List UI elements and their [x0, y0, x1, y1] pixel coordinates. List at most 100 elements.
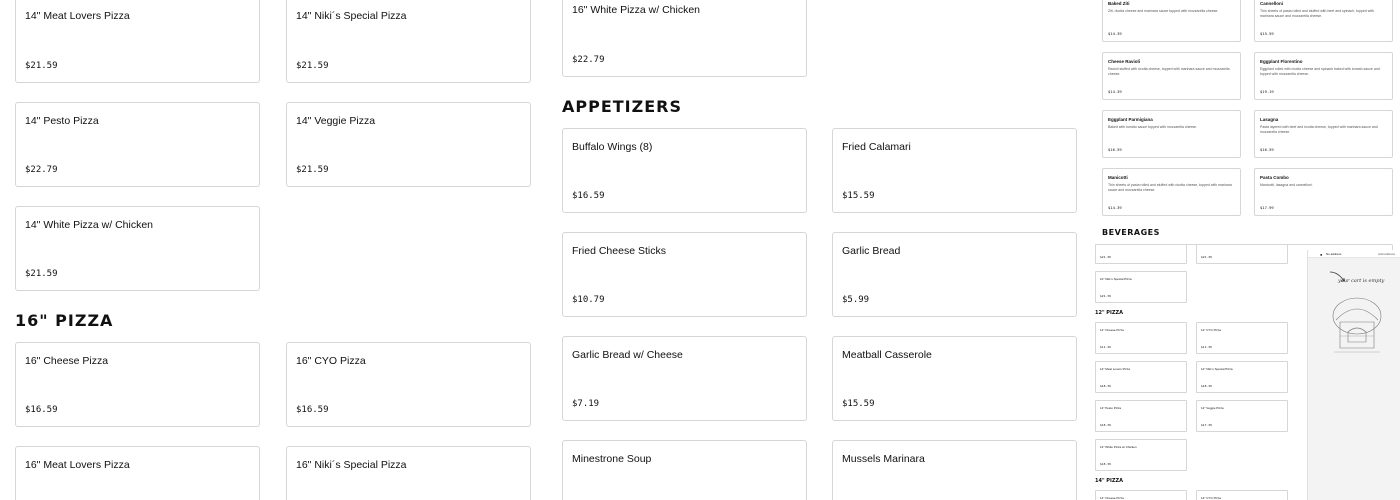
- menu-item-card[interactable]: 14" White Pizza w/ Chicken $21.59: [15, 206, 260, 291]
- menu-item-card[interactable]: 16" CYO Pizza $16.59: [286, 342, 531, 427]
- menu-item-card[interactable]: $21.39: [1095, 244, 1187, 264]
- menu-item-name: Minestrone Soup: [572, 453, 652, 465]
- map-pin-icon[interactable]: ●: [1320, 252, 1322, 257]
- menu-item-description: Ziti, ricotta cheese and marinara sauce …: [1108, 9, 1219, 13]
- add-address-link[interactable]: Add address: [1378, 252, 1395, 256]
- menu-item-name: Baked Ziti: [1108, 1, 1130, 6]
- cart-panel: ● No address Add address your cart is em…: [1307, 250, 1400, 500]
- menu-item-price: $21.59: [296, 61, 329, 71]
- menu-item-name: Garlic Bread w/ Cheese: [572, 349, 683, 361]
- menu-item-card[interactable]: Fried Calamari $15.59: [832, 128, 1077, 213]
- menu-item-price: $10.79: [572, 295, 605, 305]
- menu-item-name: 14" Niki´s Special Pizza: [296, 10, 407, 22]
- menu-item-name: Pasta Combo: [1260, 175, 1289, 180]
- menu-item-card[interactable]: Lasagna Pasta layered with beef and rico…: [1254, 110, 1393, 158]
- menu-item-name: 14" Cheese Pizza: [1100, 496, 1124, 500]
- cart-empty-text: your cart is empty: [1338, 278, 1385, 284]
- menu-item-price: $19.19: [1260, 89, 1274, 94]
- menu-item-name: Lasagna: [1260, 117, 1279, 122]
- menu-item-card[interactable]: Baked Ziti Ziti, ricotta cheese and mari…: [1102, 0, 1241, 42]
- menu-item-price: $21.39: [1100, 255, 1111, 259]
- menu-item-card[interactable]: 14" Cheese Pizza: [1095, 490, 1187, 500]
- section-title-14-pizza: 14" PIZZA: [1095, 478, 1123, 484]
- menu-item-card[interactable]: 12" CYO Pizza $11.39: [1196, 322, 1288, 354]
- menu-item-price: $21.59: [296, 165, 329, 175]
- menu-item-description: Thin sheets of pasta rolled and stuffed …: [1108, 183, 1232, 192]
- menu-item-name: Meatball Casserole: [842, 349, 932, 361]
- menu-item-name: 12" Meat Lovers Pizza: [1100, 367, 1130, 371]
- menu-item-price: $7.19: [572, 399, 600, 409]
- menu-item-price: $16.59: [572, 191, 605, 201]
- menu-item-card[interactable]: 16" White Pizza w/ Chicken $22.79: [562, 0, 807, 77]
- menu-item-card[interactable]: 14" CYO Pizza: [1196, 490, 1288, 500]
- section-title-appetizers: APPETIZERS: [562, 97, 683, 116]
- menu-item-card[interactable]: Buffalo Wings (8) $16.59: [562, 128, 807, 213]
- menu-item-name: 12" Pesto Pizza: [1100, 406, 1122, 410]
- section-title-beverages: BEVERAGES: [1102, 228, 1160, 237]
- menu-item-price: $18.39: [1100, 462, 1111, 466]
- menu-item-card[interactable]: 16" Niki´s Special Pizza: [286, 446, 531, 500]
- section-title-16-pizza: 16" PIZZA: [15, 311, 114, 330]
- menu-item-price: $11.39: [1201, 345, 1212, 349]
- address-label[interactable]: No address: [1326, 252, 1341, 256]
- menu-item-card[interactable]: 12" Pesto Pizza $18.39: [1095, 400, 1187, 432]
- menu-item-card[interactable]: 14" Veggie Pizza $21.59: [286, 102, 531, 187]
- menu-item-price: $15.59: [1260, 31, 1274, 36]
- menu-item-price: $18.39: [1100, 384, 1111, 388]
- menu-item-card[interactable]: 12" Meat Lovers Pizza $18.39: [1095, 361, 1187, 393]
- menu-item-card[interactable]: 12" Cheese Pizza $11.39: [1095, 322, 1187, 354]
- menu-item-price: $21.39: [1100, 294, 1111, 298]
- menu-item-price: $16.59: [1260, 147, 1274, 152]
- menu-item-card[interactable]: Fried Cheese Sticks $10.79: [562, 232, 807, 317]
- menu-item-name: Fried Cheese Sticks: [572, 245, 666, 257]
- menu-item-card[interactable]: 16" Meat Lovers Pizza: [15, 446, 260, 500]
- menu-item-price: $21.59: [25, 61, 58, 71]
- cart-header: ● No address Add address: [1308, 250, 1400, 258]
- menu-item-price: $21.59: [25, 269, 58, 279]
- menu-item-name: 14" Meat Lovers Pizza: [25, 10, 130, 22]
- menu-item-name: 10" Niki´s Special Pizza: [1100, 277, 1132, 281]
- menu-item-card[interactable]: Manicotti Thin sheets of pasta rolled an…: [1102, 168, 1241, 216]
- menu-item-card[interactable]: Cannelloni Thin sheets of pasta rolled a…: [1254, 0, 1393, 42]
- section-title-12-pizza: 12" PIZZA: [1095, 310, 1123, 316]
- menu-item-card[interactable]: Eggplant Florentino Eggplant rolled with…: [1254, 52, 1393, 100]
- menu-item-name: Eggplant Parmigiana: [1108, 117, 1153, 122]
- menu-item-name: 12" Veggie Pizza: [1201, 406, 1224, 410]
- menu-item-card[interactable]: 14" Pesto Pizza $22.79: [15, 102, 260, 187]
- menu-item-card[interactable]: Pasta Combo Manicotti, lasagna and canne…: [1254, 168, 1393, 216]
- menu-item-card[interactable]: Eggplant Parmigiana Baked with tomato sa…: [1102, 110, 1241, 158]
- menu-item-name: Garlic Bread: [842, 245, 901, 257]
- menu-item-price: $15.59: [842, 191, 875, 201]
- menu-item-card[interactable]: Meatball Casserole $15.59: [832, 336, 1077, 421]
- menu-item-price: $21.39: [1201, 255, 1212, 259]
- menu-item-card[interactable]: 12" Veggie Pizza $17.39: [1196, 400, 1288, 432]
- menu-item-name: Mussels Marinara: [842, 453, 925, 465]
- menu-item-card[interactable]: 14" Niki´s Special Pizza $21.59: [286, 0, 531, 83]
- menu-item-name: 16" Niki´s Special Pizza: [296, 459, 407, 471]
- menu-item-description: Eggplant rolled with ricotta cheese and …: [1260, 67, 1380, 76]
- menu-item-card[interactable]: 14" Meat Lovers Pizza $21.59: [15, 0, 260, 83]
- menu-item-card[interactable]: Cheese Ravioli Ravioli stuffed with rico…: [1102, 52, 1241, 100]
- menu-item-name: 16" White Pizza w/ Chicken: [572, 4, 701, 16]
- menu-item-name: 12" White Pizza w/ Chicken: [1100, 445, 1137, 449]
- menu-item-card[interactable]: 10" Niki´s Special Pizza $21.39: [1095, 271, 1187, 303]
- menu-item-card[interactable]: 16" Cheese Pizza $16.59: [15, 342, 260, 427]
- menu-item-price: $16.59: [25, 405, 58, 415]
- menu-item-card[interactable]: $21.39: [1196, 244, 1288, 264]
- menu-item-name: Cannelloni: [1260, 1, 1284, 6]
- menu-item-card[interactable]: Minestrone Soup: [562, 440, 807, 500]
- menu-item-card[interactable]: Garlic Bread $5.99: [832, 232, 1077, 317]
- menu-item-name: 12" Niki´s Special Pizza: [1201, 367, 1233, 371]
- menu-item-card[interactable]: Garlic Bread w/ Cheese $7.19: [562, 336, 807, 421]
- menu-item-price: $11.39: [1100, 345, 1111, 349]
- menu-item-price: $18.39: [1100, 423, 1111, 427]
- menu-item-card[interactable]: 12" Niki´s Special Pizza $18.39: [1196, 361, 1288, 393]
- menu-item-card[interactable]: 12" White Pizza w/ Chicken $18.39: [1095, 439, 1187, 471]
- menu-item-card[interactable]: Mussels Marinara: [832, 440, 1077, 500]
- menu-item-name: 14" CYO Pizza: [1201, 496, 1221, 500]
- menu-item-name: 14" Pesto Pizza: [25, 115, 99, 127]
- menu-item-description: Pasta layered with beef and ricotta chee…: [1260, 125, 1378, 134]
- menu-item-name: 14" Veggie Pizza: [296, 115, 376, 127]
- menu-item-name: Cheese Ravioli: [1108, 59, 1141, 64]
- menu-item-description: Ravioli stuffed with ricotta cheese, top…: [1108, 67, 1230, 76]
